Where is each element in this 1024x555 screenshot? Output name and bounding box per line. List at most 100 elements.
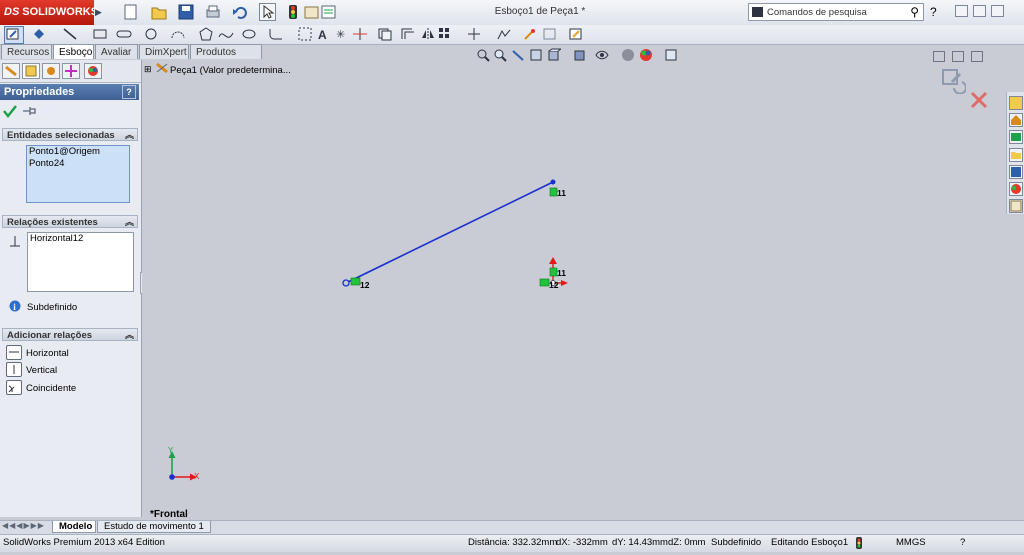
rectangle-tool-icon[interactable] (92, 27, 108, 41)
move-entities-icon[interactable] (466, 27, 482, 41)
help-icon[interactable]: ? (930, 5, 937, 19)
relation-tag: 12 (549, 280, 559, 290)
home-icon[interactable] (1009, 113, 1023, 127)
polygon-tool-icon[interactable] (198, 27, 214, 41)
relation-marker-4[interactable] (539, 278, 550, 287)
status-units[interactable]: MMGS (896, 535, 926, 551)
minimize-button[interactable] (955, 5, 968, 17)
search-placeholder: Comandos de pesquisa (767, 7, 867, 18)
convert-entities-icon[interactable] (377, 27, 393, 41)
configuration-manager-icon[interactable] (42, 63, 60, 79)
coincident-relation-label[interactable]: Coincidente (26, 383, 76, 394)
rebuild-icon[interactable] (287, 4, 299, 23)
fillet-tool-icon[interactable] (268, 27, 284, 41)
search-command-icon (752, 7, 763, 17)
display-manager-icon[interactable] (84, 63, 102, 79)
sketch-startpoint[interactable] (342, 279, 350, 287)
feature-manager-icon[interactable] (2, 63, 20, 79)
selected-entities-list[interactable]: Ponto1@Origem Ponto24 (26, 145, 130, 203)
collapse-chevron-icon[interactable]: ︽ (125, 216, 134, 229)
existing-relations-header[interactable]: Relações existentes ︽ (2, 215, 138, 228)
file-explorer-icon[interactable] (1009, 148, 1023, 162)
ellipse-tool-icon[interactable] (241, 27, 257, 41)
tab-scroll-arrows[interactable]: ◀◀◀▶▶▶ (2, 521, 45, 530)
display-relations-icon[interactable] (496, 27, 512, 41)
offset-entities-icon[interactable] (400, 27, 416, 41)
search-input[interactable]: Comandos de pesquisa ⚲ (748, 3, 924, 21)
sketch-icon[interactable] (4, 26, 24, 44)
list-item[interactable]: Horizontal12 (28, 233, 133, 245)
vertical-relation-label[interactable]: Vertical (26, 365, 57, 376)
relation-marker-2[interactable] (350, 277, 361, 286)
ok-checkmark-icon[interactable] (3, 104, 17, 121)
smart-dimension-icon[interactable] (32, 27, 48, 41)
appearances-icon[interactable] (1009, 182, 1023, 196)
origin-x-arrowhead (561, 280, 568, 286)
view-palette-icon[interactable] (1009, 165, 1023, 179)
text-tool-icon[interactable]: A (316, 27, 332, 42)
dimxpert-manager-icon[interactable] (62, 63, 80, 79)
options-icon[interactable] (321, 4, 337, 23)
sketch-endpoint[interactable] (550, 179, 556, 185)
spline-tool-icon[interactable] (218, 27, 234, 41)
undo-icon[interactable] (232, 4, 248, 23)
pin-icon[interactable] (22, 104, 36, 121)
arc-tool-icon[interactable] (170, 27, 186, 41)
sketch-canvas[interactable] (142, 60, 1004, 517)
file-properties-icon[interactable] (304, 4, 320, 23)
custom-properties-icon[interactable] (1009, 199, 1023, 213)
new-document-icon[interactable] (124, 4, 138, 23)
save-icon[interactable] (178, 4, 194, 23)
collapse-chevron-icon[interactable]: ︽ (125, 329, 134, 342)
property-help-button[interactable]: ? (122, 85, 136, 99)
open-document-icon[interactable] (151, 4, 167, 23)
horizontal-relation-button[interactable] (6, 345, 22, 360)
property-manager-icon[interactable] (22, 63, 40, 79)
sketch-line[interactable] (345, 181, 554, 284)
restore-button[interactable] (973, 5, 986, 17)
collapse-chevron-icon[interactable]: ︽ (125, 129, 134, 142)
trim-tool-icon[interactable] (352, 27, 368, 41)
tab-dimxpert[interactable]: DimXpert (139, 44, 189, 59)
model-tabs-bar: ◀◀◀▶▶▶ Modelo Estudo de movimento 1 (0, 520, 1024, 534)
coincident-relation-button[interactable] (6, 380, 22, 395)
triad-x-label: X (194, 472, 200, 481)
tab-esboco[interactable]: Esboço (53, 44, 94, 59)
tab-produtos-office[interactable]: Produtos Office (190, 44, 262, 73)
relation-marker-1[interactable] (549, 187, 558, 197)
status-help[interactable]: ? (960, 535, 965, 551)
existing-relations-list[interactable]: Horizontal12 (27, 232, 134, 292)
menu-expand-icon[interactable]: ▶ (95, 4, 102, 20)
design-library-icon[interactable] (1009, 130, 1023, 144)
repair-sketch-icon[interactable] (522, 27, 538, 41)
select-icon[interactable] (259, 3, 276, 21)
tab-recursos[interactable]: Recursos (1, 44, 52, 59)
document-title: Esboço1 de Peça1 * (494, 6, 586, 17)
quick-snaps-icon[interactable] (542, 27, 558, 41)
solidworks-logo[interactable]: DS SOLIDWORKS (0, 0, 98, 25)
solidworks-resources-icon[interactable] (1009, 96, 1023, 110)
point-tool-icon[interactable] (298, 27, 314, 41)
logo-prefix: DS (4, 6, 20, 18)
tab-motion-study[interactable]: Estudo de movimento 1 (97, 521, 211, 533)
search-icon[interactable]: ⚲ (910, 5, 919, 19)
print-icon[interactable] (205, 4, 221, 23)
selected-entities-header[interactable]: Entidades selecionadas ︽ (2, 128, 138, 141)
tab-modelo[interactable]: Modelo (52, 521, 96, 533)
relation-marker-3[interactable] (549, 267, 558, 277)
add-relations-header[interactable]: Adicionar relações ︽ (2, 328, 138, 341)
vertical-relation-button[interactable] (6, 362, 22, 377)
line-tool-icon[interactable] (62, 27, 78, 41)
rapid-sketch-icon[interactable] (568, 27, 584, 41)
list-item[interactable]: Ponto24 (27, 158, 129, 170)
horizontal-relation-label[interactable]: Horizontal (26, 348, 69, 359)
rebuild-status-icon[interactable] (856, 537, 862, 555)
centerline-tool-icon[interactable]: ✳ (333, 27, 349, 41)
list-item[interactable]: Ponto1@Origem (27, 146, 129, 158)
slot-tool-icon[interactable] (116, 27, 132, 41)
close-button[interactable] (991, 5, 1004, 17)
tab-avaliar[interactable]: Avaliar (95, 44, 138, 59)
mirror-entities-icon[interactable] (420, 27, 436, 41)
circle-tool-icon[interactable] (143, 27, 159, 41)
linear-pattern-icon[interactable] (438, 27, 454, 41)
